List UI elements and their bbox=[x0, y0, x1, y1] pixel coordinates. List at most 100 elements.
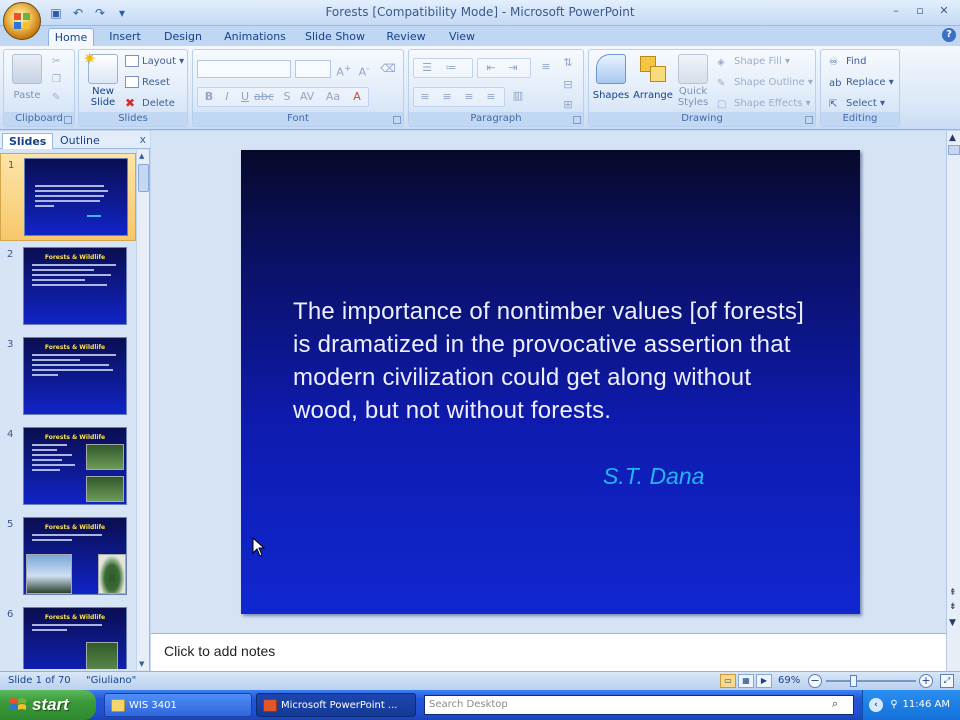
copy-icon[interactable]: ❐ bbox=[52, 72, 61, 88]
shape-outline-button[interactable]: ✎ Shape Outline ▾ bbox=[717, 75, 813, 91]
align-text-icon[interactable]: ⊟ bbox=[559, 76, 577, 94]
slide-thumbnail-4[interactable]: 4 Forests & Wildlife bbox=[0, 423, 136, 511]
arrange-button[interactable]: Arrange bbox=[631, 54, 675, 101]
close-button[interactable]: ✕ bbox=[934, 3, 954, 19]
new-slide-button[interactable]: ✷ New Slide bbox=[82, 49, 124, 108]
italic-icon[interactable]: I bbox=[218, 88, 236, 106]
clear-formatting-icon[interactable]: ⌫ bbox=[379, 60, 397, 78]
close-pane-icon[interactable]: x bbox=[139, 133, 146, 146]
align-right-icon[interactable]: ≡ bbox=[460, 88, 478, 106]
tab-home[interactable]: Home bbox=[48, 28, 94, 46]
network-icon[interactable]: ⚲ bbox=[887, 698, 901, 712]
char-spacing-icon[interactable]: AV bbox=[298, 88, 316, 106]
notes-scrollbar[interactable] bbox=[946, 633, 960, 671]
clipboard-launcher-icon[interactable] bbox=[64, 116, 72, 124]
zoom-slider-thumb[interactable] bbox=[850, 675, 857, 687]
normal-view-icon[interactable]: ▭ bbox=[720, 674, 736, 688]
shape-fill-button[interactable]: ◈ Shape Fill ▾ bbox=[717, 54, 790, 70]
help-icon[interactable]: ? bbox=[942, 28, 956, 42]
scroll-down-icon[interactable]: ▼ bbox=[139, 660, 144, 668]
scrollbar-thumb[interactable] bbox=[138, 164, 149, 192]
shapes-button[interactable]: Shapes bbox=[591, 54, 631, 101]
strikethrough-icon[interactable]: abc bbox=[254, 88, 274, 106]
next-slide-icon[interactable]: ⇟ bbox=[949, 603, 957, 612]
tab-outline[interactable]: Outline bbox=[54, 133, 106, 149]
zoom-slider[interactable] bbox=[826, 680, 916, 682]
slide-thumbnail-3[interactable]: 3 Forests & Wildlife bbox=[0, 333, 136, 421]
clock[interactable]: 11:46 AM bbox=[903, 699, 950, 710]
zoom-level[interactable]: 69% bbox=[778, 675, 800, 686]
scroll-up-icon[interactable]: ▲ bbox=[139, 152, 144, 160]
tab-view[interactable]: View bbox=[444, 28, 480, 46]
vertical-scrollbar[interactable]: ▲ ⇞ ⇟ ▼ bbox=[946, 131, 960, 633]
text-direction-icon[interactable]: ⇅ bbox=[559, 54, 577, 72]
tab-review[interactable]: Review bbox=[383, 28, 429, 46]
minimize-button[interactable]: – bbox=[886, 3, 906, 19]
reset-button[interactable]: Reset bbox=[125, 75, 170, 91]
decrease-indent-icon[interactable]: ⇤ bbox=[482, 59, 500, 77]
tab-design[interactable]: Design bbox=[160, 28, 206, 46]
delete-button[interactable]: ✖ Delete bbox=[125, 96, 175, 112]
quick-styles-button[interactable]: Quick Styles bbox=[675, 54, 711, 108]
slide-sorter-icon[interactable]: ▦ bbox=[738, 674, 754, 688]
replace-button[interactable]: ab Replace ▾ bbox=[829, 75, 894, 91]
font-size-combo[interactable] bbox=[295, 60, 331, 78]
align-center-icon[interactable]: ≡ bbox=[438, 88, 456, 106]
paragraph-launcher-icon[interactable] bbox=[573, 116, 581, 124]
zoom-out-icon[interactable]: − bbox=[808, 674, 822, 688]
select-button[interactable]: ⇱ Select ▾ bbox=[829, 96, 885, 112]
grow-font-icon[interactable]: A+ bbox=[335, 60, 353, 79]
tab-animations[interactable]: Animations bbox=[222, 28, 288, 46]
office-button[interactable] bbox=[3, 2, 41, 40]
tab-slide-show[interactable]: Slide Show bbox=[302, 28, 368, 46]
desktop-search-input[interactable]: Search Desktop bbox=[424, 695, 854, 715]
shape-effects-button[interactable]: ▢ Shape Effects ▾ bbox=[717, 96, 811, 112]
slide-thumbnail-2[interactable]: 2 Forests & Wildlife bbox=[0, 243, 136, 331]
find-button[interactable]: ♾ Find bbox=[829, 54, 867, 70]
line-spacing-icon[interactable]: ≡ bbox=[537, 58, 555, 76]
slide-show-icon[interactable]: ▶ bbox=[756, 674, 772, 688]
current-slide[interactable]: The importance of nontimber values [of f… bbox=[241, 150, 860, 614]
shrink-font-icon[interactable]: A- bbox=[355, 60, 373, 79]
start-button[interactable]: start bbox=[0, 690, 96, 720]
drawing-launcher-icon[interactable] bbox=[805, 116, 813, 124]
columns-icon[interactable]: ▥ bbox=[509, 87, 527, 105]
tray-expand-icon[interactable]: ‹ bbox=[869, 698, 883, 712]
font-color-icon[interactable]: A bbox=[348, 88, 366, 106]
tab-slides[interactable]: Slides bbox=[2, 133, 54, 149]
align-left-icon[interactable]: ≡ bbox=[416, 88, 434, 106]
scroll-up-icon[interactable]: ▲ bbox=[949, 134, 956, 143]
shadow-icon[interactable]: S bbox=[278, 88, 296, 106]
fit-to-window-icon[interactable]: ⤢ bbox=[940, 674, 954, 688]
restore-button[interactable]: ▫ bbox=[910, 3, 930, 19]
notes-placeholder[interactable]: Click to add notes bbox=[164, 643, 275, 659]
scrollbar-thumb[interactable] bbox=[948, 145, 960, 155]
scroll-down-icon[interactable]: ▼ bbox=[949, 619, 956, 628]
paste-button[interactable]: Paste bbox=[10, 54, 44, 101]
slide-thumbnail-5[interactable]: 5 Forests & Wildlife bbox=[0, 513, 136, 601]
bold-icon[interactable]: B bbox=[200, 88, 218, 106]
layout-button[interactable]: Layout ▾ bbox=[125, 54, 184, 70]
search-icon[interactable]: ⌕ bbox=[832, 697, 848, 713]
slide-thumbnail-6[interactable]: 6 Forests & Wildlife bbox=[0, 603, 136, 669]
tab-insert[interactable]: Insert bbox=[104, 28, 146, 46]
underline-icon[interactable]: U bbox=[236, 88, 254, 106]
font-launcher-icon[interactable] bbox=[393, 116, 401, 124]
zoom-in-icon[interactable]: + bbox=[919, 674, 933, 688]
slide-body-text[interactable]: The importance of nontimber values [of f… bbox=[293, 295, 813, 427]
numbering-icon[interactable]: ≔ bbox=[442, 59, 460, 77]
notes-pane[interactable]: Click to add notes bbox=[151, 633, 946, 671]
slide-thumbnail-1[interactable]: 1 bbox=[0, 153, 136, 241]
change-case-icon[interactable]: Aa bbox=[324, 88, 342, 106]
slides-scrollbar[interactable]: ▲ ▼ bbox=[136, 150, 149, 670]
taskbar-item-folder[interactable]: WIS 3401 bbox=[104, 693, 252, 717]
cut-icon[interactable]: ✂ bbox=[52, 54, 60, 70]
bullets-icon[interactable]: ☰ bbox=[418, 59, 436, 77]
slide-author-text[interactable]: S.T. Dana bbox=[603, 463, 704, 490]
format-painter-icon[interactable]: ✎ bbox=[52, 90, 60, 106]
font-family-combo[interactable] bbox=[197, 60, 291, 78]
justify-icon[interactable]: ≡ bbox=[482, 88, 500, 106]
previous-slide-icon[interactable]: ⇞ bbox=[949, 589, 957, 598]
taskbar-item-powerpoint[interactable]: Microsoft PowerPoint ... bbox=[256, 693, 416, 717]
increase-indent-icon[interactable]: ⇥ bbox=[504, 59, 522, 77]
